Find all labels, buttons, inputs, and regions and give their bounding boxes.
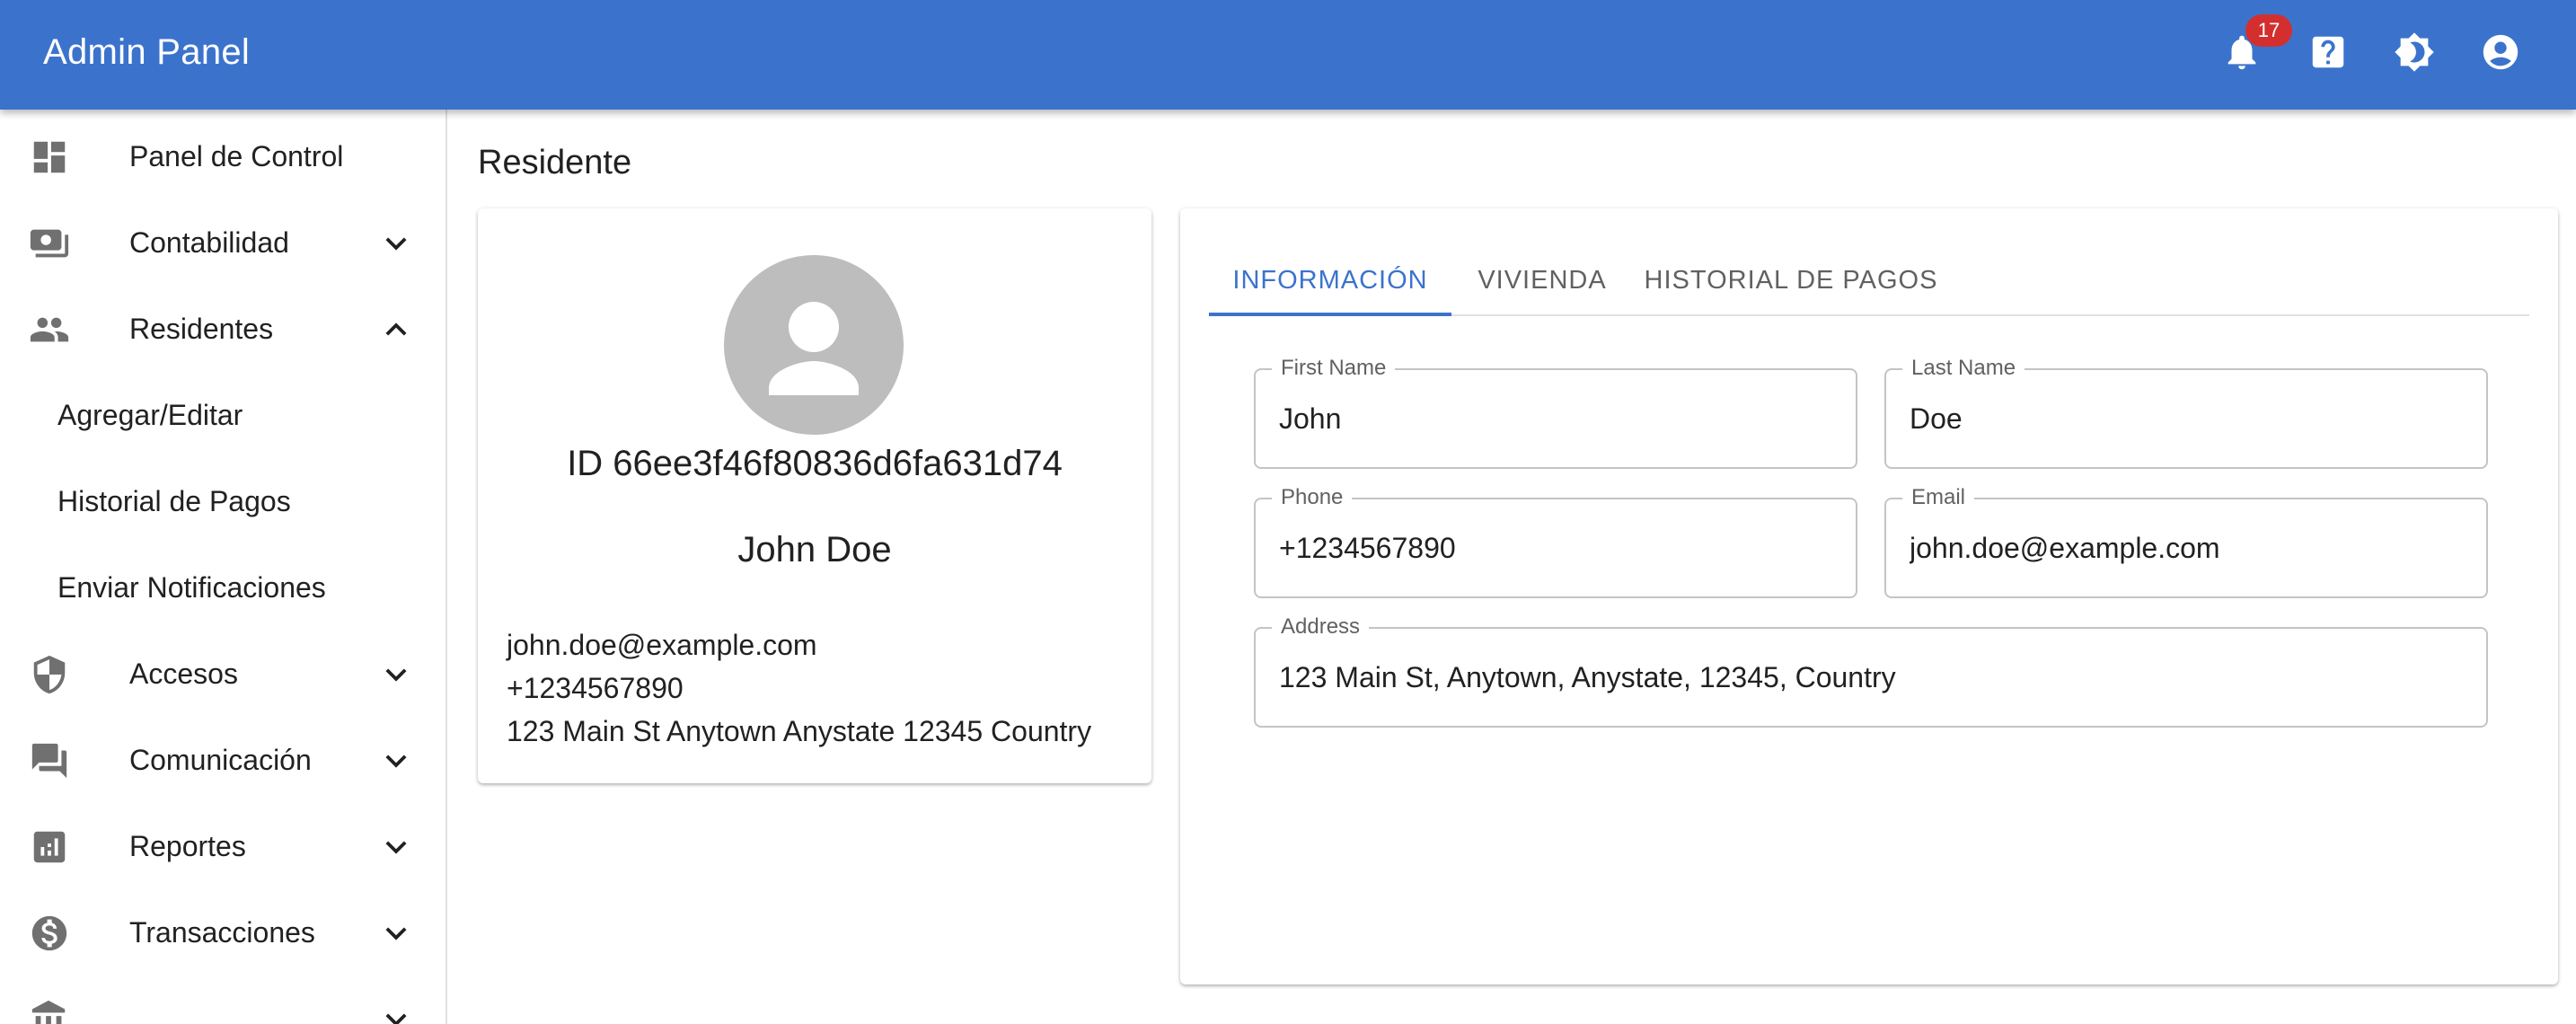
sidebar-subitem-label: Enviar Notificaciones bbox=[57, 571, 326, 604]
shield-icon bbox=[29, 654, 70, 695]
sidebar-item-contabilidad[interactable]: Contabilidad bbox=[0, 199, 446, 286]
notifications-button[interactable]: 17 bbox=[2213, 14, 2292, 81]
bank-icon bbox=[29, 999, 70, 1024]
chevron-down-icon bbox=[375, 223, 417, 264]
chevron-down-icon bbox=[375, 740, 417, 781]
people-icon bbox=[29, 309, 70, 350]
resident-email: john.doe@example.com bbox=[507, 629, 817, 661]
avatar bbox=[724, 255, 904, 435]
info-card: INFORMACIÓN VIVIENDA HISTORIAL DE PAGOS … bbox=[1180, 208, 2558, 984]
profile-card: ID 66ee3f46f80836d6fa631d74 John Doe joh… bbox=[478, 208, 1151, 783]
sidebar-item-reportes[interactable]: Reportes bbox=[0, 803, 446, 889]
sidebar-item-comunicacion[interactable]: Comunicación bbox=[0, 717, 446, 803]
dollar-icon bbox=[29, 913, 70, 954]
sidebar-item-label: Contabilidad bbox=[129, 226, 289, 259]
last-name-field[interactable]: Last Name bbox=[1884, 356, 2488, 469]
sidebar: Panel de Control Contabilidad Residentes… bbox=[0, 110, 447, 1024]
chevron-down-icon bbox=[375, 999, 417, 1024]
chevron-down-icon bbox=[375, 913, 417, 954]
phone-field[interactable]: Phone bbox=[1254, 485, 1857, 598]
resident-address: 123 Main St Anytown Anystate 12345 Count… bbox=[507, 715, 1092, 747]
account-circle-icon bbox=[2483, 34, 2519, 70]
page-title: Residente bbox=[478, 144, 632, 181]
brightness-icon bbox=[2395, 32, 2434, 72]
resident-id: ID 66ee3f46f80836d6fa631d74 bbox=[567, 444, 1063, 483]
sidebar-subitem-enviar-notificaciones[interactable]: Enviar Notificaciones bbox=[0, 544, 446, 631]
payments-icon bbox=[29, 223, 70, 264]
help-button[interactable] bbox=[2299, 23, 2357, 81]
sidebar-item-accesos[interactable]: Accesos bbox=[0, 631, 446, 717]
tab-bar: INFORMACIÓN VIVIENDA HISTORIAL DE PAGOS bbox=[1209, 244, 2529, 316]
sidebar-item-partial[interactable] bbox=[0, 975, 446, 1024]
sidebar-item-residentes[interactable]: Residentes bbox=[0, 286, 446, 372]
sidebar-subitem-label: Agregar/Editar bbox=[57, 399, 243, 431]
sidebar-item-label: Accesos bbox=[129, 658, 238, 690]
chevron-up-icon bbox=[375, 309, 417, 350]
tab-informacion[interactable]: INFORMACIÓN bbox=[1209, 244, 1451, 316]
chevron-down-icon bbox=[375, 826, 417, 868]
sidebar-item-label: Transacciones bbox=[129, 916, 315, 949]
sidebar-item-transacciones[interactable]: Transacciones bbox=[0, 889, 446, 975]
last-name-input[interactable] bbox=[1910, 370, 2463, 467]
sidebar-subitem-historial-de-pagos[interactable]: Historial de Pagos bbox=[0, 458, 446, 544]
app-bar: Admin Panel 17 bbox=[0, 0, 2576, 110]
phone-input[interactable] bbox=[1279, 499, 1832, 596]
forum-icon bbox=[29, 740, 70, 781]
chevron-down-icon bbox=[375, 654, 417, 695]
email-field[interactable]: Email bbox=[1884, 485, 2488, 598]
active-tab-indicator bbox=[1209, 313, 1451, 316]
help-icon bbox=[2312, 36, 2344, 68]
resident-phone: +1234567890 bbox=[507, 672, 684, 704]
first-name-field[interactable]: First Name bbox=[1254, 356, 1857, 469]
resident-name: John Doe bbox=[737, 530, 892, 569]
app-title: Admin Panel bbox=[43, 32, 251, 72]
sidebar-subitem-label: Historial de Pagos bbox=[57, 485, 291, 517]
sidebar-item-label: Residentes bbox=[129, 313, 274, 345]
sidebar-item-label: Reportes bbox=[129, 830, 246, 862]
email-input[interactable] bbox=[1910, 499, 2463, 596]
analytics-icon bbox=[29, 826, 70, 868]
dashboard-icon bbox=[29, 137, 70, 178]
tab-historial-de-pagos[interactable]: HISTORIAL DE PAGOS bbox=[1633, 244, 1949, 316]
theme-toggle-button[interactable] bbox=[2386, 23, 2443, 81]
address-field[interactable]: Address bbox=[1254, 614, 2488, 728]
sidebar-item-label: Panel de Control bbox=[129, 140, 344, 172]
account-button[interactable] bbox=[2472, 23, 2529, 81]
sidebar-subitem-agregar-editar[interactable]: Agregar/Editar bbox=[0, 372, 446, 458]
sidebar-item-panel-de-control[interactable]: Panel de Control bbox=[0, 113, 446, 199]
sidebar-item-label: Comunicación bbox=[129, 744, 312, 776]
person-icon bbox=[769, 302, 859, 395]
notification-badge: 17 bbox=[2245, 14, 2292, 47]
address-input[interactable] bbox=[1279, 629, 2463, 726]
tab-vivienda[interactable]: VIVIENDA bbox=[1451, 244, 1633, 316]
first-name-input[interactable] bbox=[1279, 370, 1832, 467]
